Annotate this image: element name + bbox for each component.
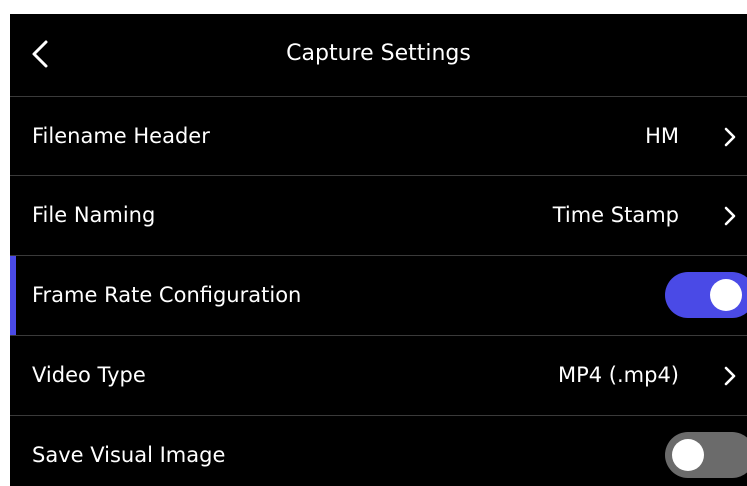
setting-label: Save Visual Image xyxy=(32,443,226,467)
chevron-right-icon xyxy=(723,366,737,386)
frame-rate-toggle[interactable] xyxy=(665,272,747,318)
toggle-knob xyxy=(672,439,704,471)
setting-row-file-naming[interactable]: File Naming Time Stamp xyxy=(10,175,747,255)
setting-label: Filename Header xyxy=(32,124,210,148)
setting-value: MP4 (.mp4) xyxy=(557,363,679,387)
save-visual-image-toggle[interactable] xyxy=(665,432,747,478)
header-bar: Capture Settings xyxy=(10,14,747,96)
setting-value: Time Stamp xyxy=(552,203,679,227)
capture-settings-screen: Capture Settings Filename Header HM File… xyxy=(10,14,747,486)
setting-label: Video Type xyxy=(32,363,146,387)
setting-row-video-type[interactable]: Video Type MP4 (.mp4) xyxy=(10,335,747,415)
setting-row-save-visual-image[interactable]: Save Visual Image xyxy=(10,415,747,486)
toggle-knob xyxy=(710,279,742,311)
chevron-right-icon xyxy=(723,206,737,226)
setting-row-filename-header[interactable]: Filename Header HM xyxy=(10,96,747,176)
setting-row-frame-rate[interactable]: Frame Rate Configuration xyxy=(10,255,747,335)
page-title: Capture Settings xyxy=(286,41,471,66)
selection-indicator xyxy=(10,256,16,335)
setting-label: File Naming xyxy=(32,203,156,227)
setting-label: Frame Rate Configuration xyxy=(32,283,302,307)
chevron-right-icon xyxy=(723,127,737,147)
setting-value: HM xyxy=(645,124,679,148)
